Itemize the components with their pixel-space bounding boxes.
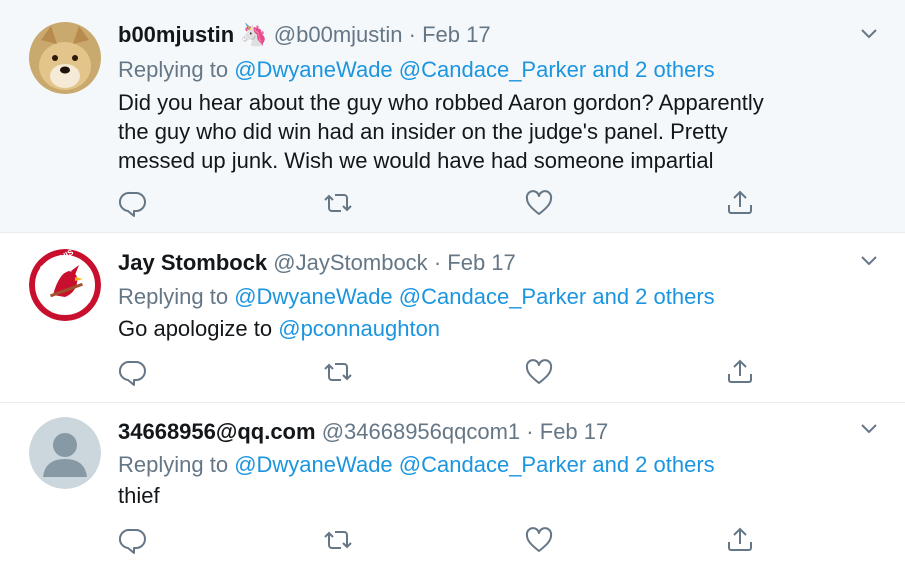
retweet-icon[interactable] [323,357,353,387]
chevron-down-icon[interactable] [858,417,880,439]
user-handle[interactable]: @34668956qqcom1 [322,419,520,444]
tweet-text-line: Did you hear about the guy who robbed Aa… [118,90,764,115]
replying-prefix: Replying to [118,284,229,309]
mention-link[interactable]: @Candace_Parker [399,452,586,477]
tweet-text: thief [118,483,160,508]
mention-link[interactable]: @DwyaneWade [234,284,392,309]
separator: · [526,419,534,444]
share-icon[interactable] [725,525,755,555]
tweet-text-line: the guy who did win had an insider on th… [118,119,728,144]
tweet-2[interactable]: ST LOUIS CARDINALS Jay Stombock @JayStom… [0,233,905,403]
user-name[interactable]: 34668956@qq.com [118,419,316,444]
heart-icon[interactable] [524,357,554,387]
retweet-icon[interactable] [323,525,353,555]
others-link[interactable]: and 2 others [592,57,714,82]
avatar[interactable]: ST LOUIS CARDINALS [29,249,101,321]
retweet-icon[interactable] [323,188,353,218]
user-name[interactable]: Jay Stombock [118,250,267,275]
tweet-date[interactable]: Feb 17 [422,22,491,47]
user-handle[interactable]: @b00mjustin [274,22,403,47]
separator: · [433,250,442,275]
avatar[interactable] [29,417,101,489]
reply-icon[interactable] [118,188,148,218]
separator: · [408,22,416,47]
share-icon[interactable] [725,188,755,218]
replying-to: Replying to @DwyaneWade @Candace_Parker … [118,57,715,83]
tweet-1[interactable]: b00mjustin 🦄 @b00mjustin · Feb 17 Replyi… [0,0,905,233]
tweet-text-prefix: Go apologize to [118,316,279,341]
reply-icon[interactable] [118,357,148,387]
avatar[interactable] [29,22,101,94]
mention-link[interactable]: @pconnaughton [278,316,440,341]
unicorn-emoji: 🦄 [240,22,268,47]
tweet-header: Jay Stombock @JayStombock · Feb 17 [118,250,516,276]
chevron-down-icon[interactable] [858,22,880,44]
tweet-text: Go apologize to @pconnaughton [118,314,878,343]
others-link[interactable]: and 2 others [592,452,714,477]
others-link[interactable]: and 2 others [592,284,714,309]
replying-to: Replying to @DwyaneWade @Candace_Parker … [118,452,715,478]
tweet-text: Did you hear about the guy who robbed Aa… [118,88,878,175]
reply-icon[interactable] [118,525,148,555]
share-icon[interactable] [725,357,755,387]
heart-icon[interactable] [524,188,554,218]
mention-link[interactable]: @Candace_Parker [399,284,586,309]
tweet-date[interactable]: Feb 17 [540,419,609,444]
tweet-text-line: messed up junk. Wish we would have had s… [118,148,714,173]
chevron-down-icon[interactable] [858,249,880,271]
replying-prefix: Replying to [118,452,229,477]
heart-icon[interactable] [524,525,554,555]
replying-prefix: Replying to [118,57,229,82]
tweet-date[interactable]: Feb 17 [447,250,516,275]
replying-to: Replying to @DwyaneWade @Candace_Parker … [118,284,715,310]
mention-link[interactable]: @DwyaneWade [234,452,392,477]
user-handle[interactable]: @JayStombock [273,250,427,275]
tweet-3[interactable]: 34668956@qq.com @34668956qqcom1 · Feb 17… [0,403,905,562]
mention-link[interactable]: @DwyaneWade [234,57,392,82]
user-name[interactable]: b00mjustin [118,22,234,47]
tweet-header: b00mjustin 🦄 @b00mjustin · Feb 17 [118,22,491,48]
mention-link[interactable]: @Candace_Parker [399,57,586,82]
tweet-header: 34668956@qq.com @34668956qqcom1 · Feb 17 [118,419,608,445]
